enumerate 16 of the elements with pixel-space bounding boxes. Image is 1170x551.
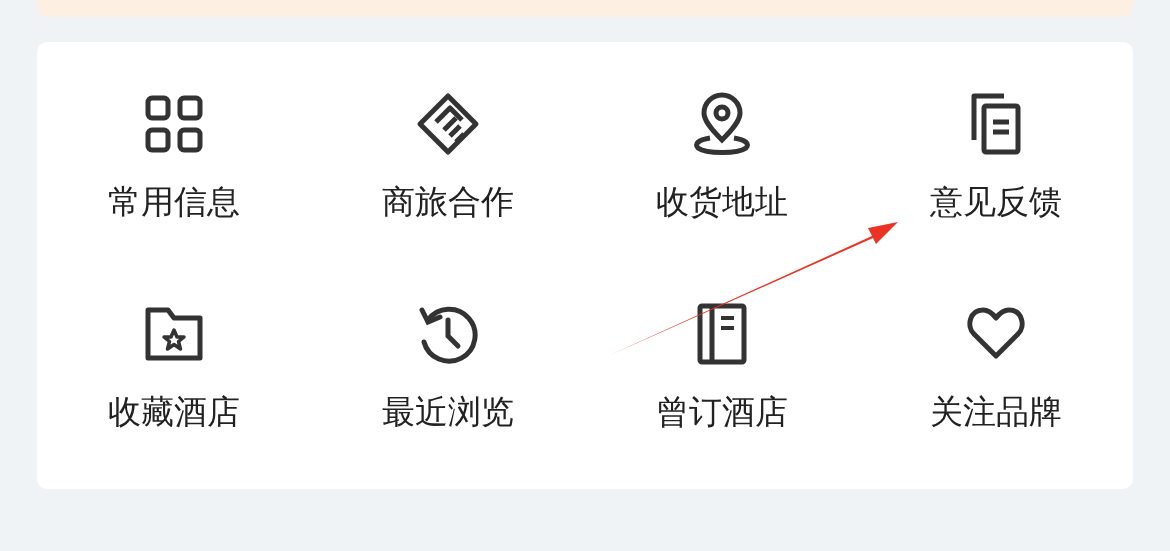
menu-item[interactable]: 关注品牌	[930, 392, 1062, 432]
grid-icon	[145, 95, 203, 153]
menu-item[interactable]: 最近浏览	[382, 392, 514, 432]
documents-icon	[971, 93, 1021, 155]
history-icon	[419, 306, 478, 364]
menu-item[interactable]: 商旅合作	[382, 182, 514, 222]
heart-icon	[967, 307, 1025, 359]
menu-item[interactable]: 收货地址	[656, 182, 788, 222]
folder-star-icon	[145, 307, 203, 361]
location-pin-icon	[694, 92, 750, 155]
menu-item[interactable]: 收藏酒店	[108, 392, 240, 432]
menu-item[interactable]: 常用信息	[108, 182, 240, 222]
menu-item[interactable]: 曾订酒店	[656, 392, 788, 432]
menu-item[interactable]: 意见反馈	[930, 182, 1062, 222]
book-icon	[697, 303, 747, 365]
handshake-icon	[417, 93, 479, 155]
